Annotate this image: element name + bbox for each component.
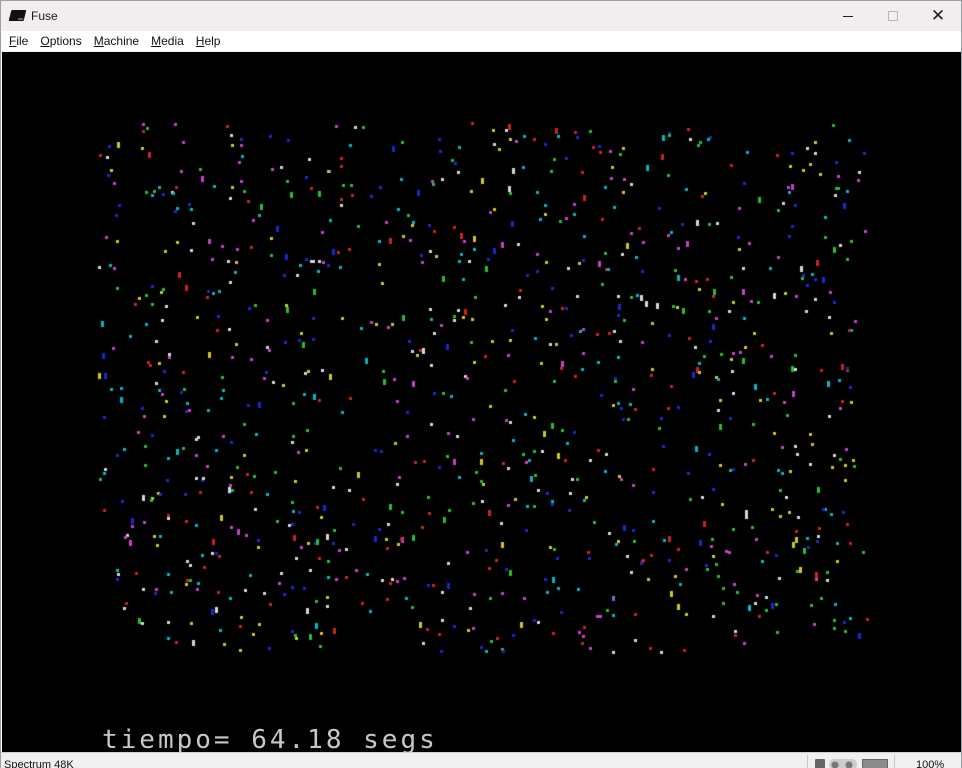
minimize-button[interactable] xyxy=(825,1,871,31)
menu-help[interactable]: Help xyxy=(190,31,227,51)
menu-options[interactable]: Options xyxy=(34,31,87,51)
maximize-icon xyxy=(888,11,898,21)
maximize-button[interactable] xyxy=(870,1,916,31)
close-icon: ✕ xyxy=(930,5,946,26)
status-divider xyxy=(894,755,895,768)
status-divider xyxy=(807,755,808,768)
status-icons xyxy=(815,758,889,768)
random-pixel-field xyxy=(2,52,961,752)
menu-machine[interactable]: Machine xyxy=(88,31,145,51)
machine-model-label: Spectrum 48K xyxy=(4,759,74,768)
tape-icon xyxy=(815,759,825,768)
menu-bar: File Options Machine Media Help xyxy=(1,31,961,51)
disk-icon xyxy=(829,759,857,768)
menu-file[interactable]: File xyxy=(3,31,34,51)
minimize-icon xyxy=(843,15,853,17)
pc-icon xyxy=(862,759,888,768)
menu-media[interactable]: Media xyxy=(145,31,190,51)
emulator-display[interactable]: tiempo= 64.18 segs xyxy=(2,52,961,752)
title-bar[interactable]: Fuse ✕ xyxy=(1,1,961,31)
zoom-level: 100% xyxy=(916,759,945,768)
close-button[interactable]: ✕ xyxy=(915,1,961,31)
fuse-window: Fuse ✕ File Options Machine Media Help t… xyxy=(0,0,962,768)
timer-text: tiempo= 64.18 segs xyxy=(102,725,438,752)
fuse-app-icon xyxy=(8,10,27,21)
status-bar: Spectrum 48K 100% xyxy=(1,752,961,768)
window-title: Fuse xyxy=(31,9,58,23)
